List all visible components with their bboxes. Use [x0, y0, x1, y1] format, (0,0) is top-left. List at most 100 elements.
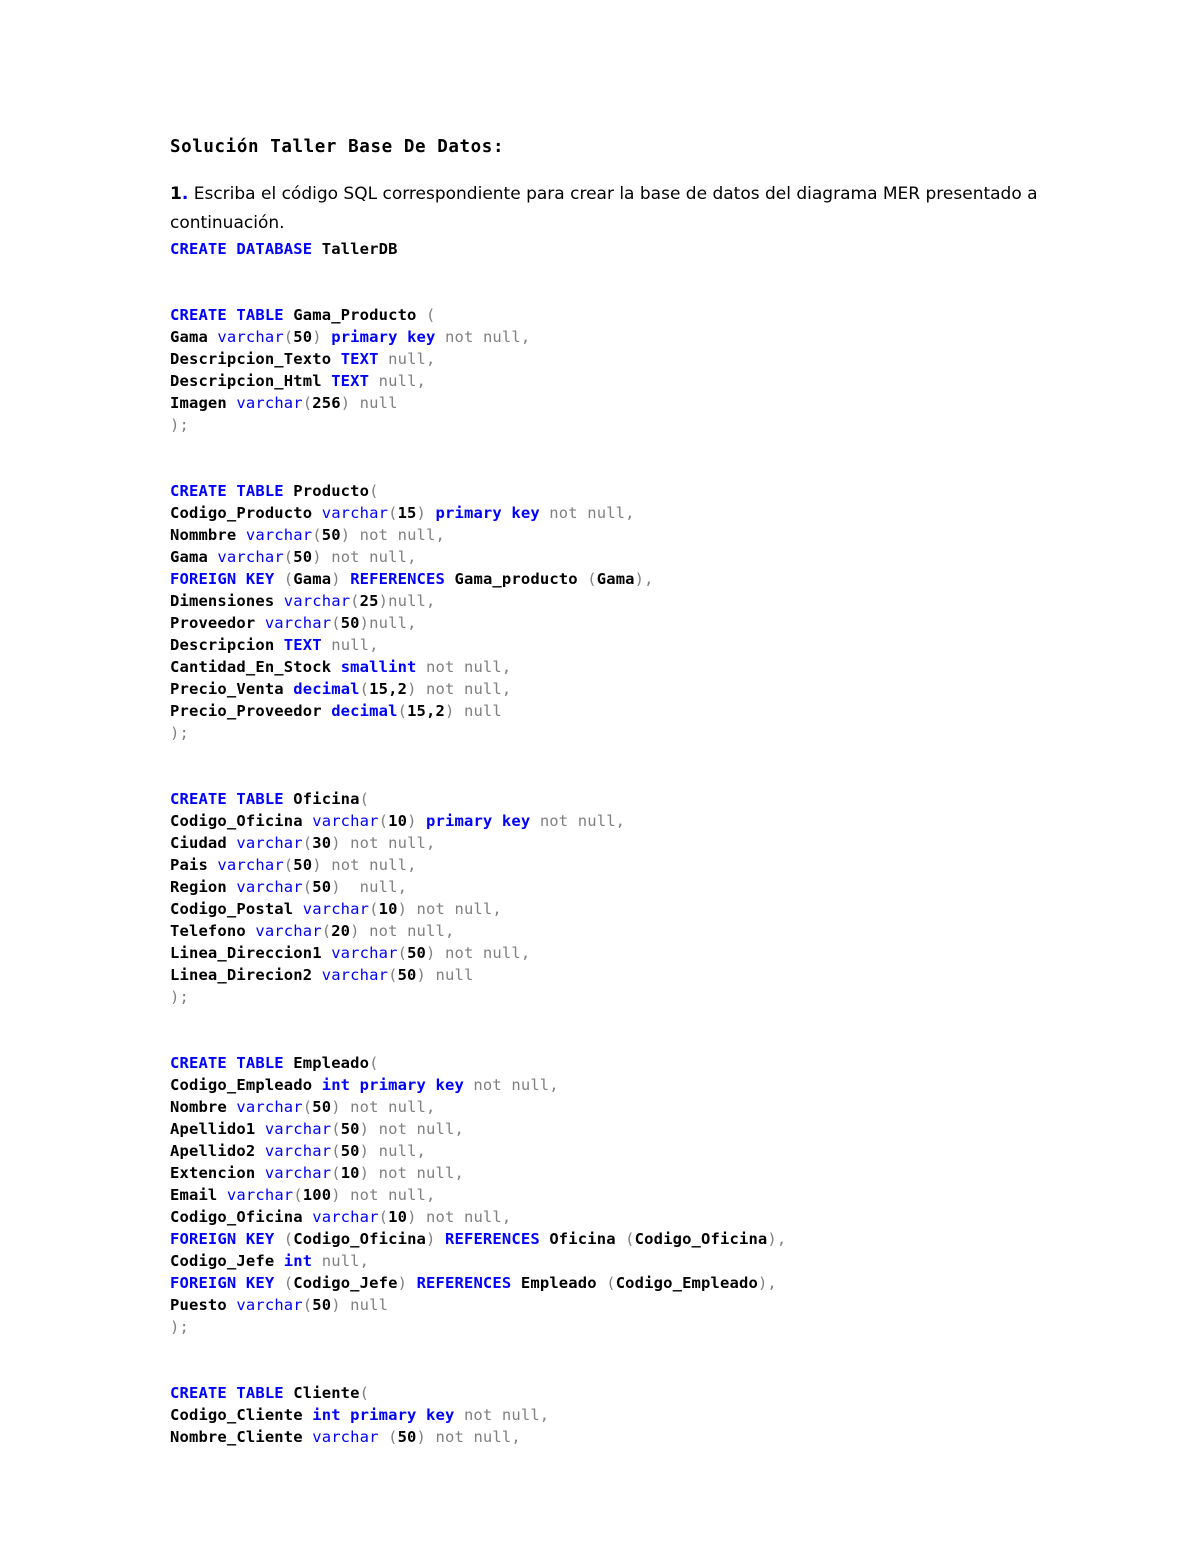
create-table-empleado: CREATE TABLE Empleado(Codigo_Empleado in…: [170, 1052, 1070, 1338]
code-token: );: [170, 988, 189, 1006]
code-token: Gama: [293, 570, 332, 588]
code-line: Nombre_Cliente varchar (50) not null,: [170, 1426, 1070, 1448]
code-token: varchar: [255, 922, 322, 940]
code-token: ): [312, 328, 332, 346]
code-token: (: [369, 900, 379, 918]
code-token: varchar: [283, 592, 351, 610]
code-line: );: [170, 1316, 1070, 1338]
code-token: Codigo_Empleado: [170, 1076, 313, 1094]
code-line: Codigo_Oficina varchar(10) primary key n…: [170, 810, 1070, 832]
code-token: (: [312, 526, 322, 544]
code-token: Codigo_Oficina: [293, 1230, 427, 1248]
code-token: varchar: [321, 966, 389, 984]
code-token: Region: [170, 878, 227, 896]
code-token: 50: [312, 878, 332, 896]
instruction-paragraph: 1. Escriba el código SQL correspondiente…: [170, 158, 1070, 238]
code-line: CREATE TABLE Producto(: [170, 480, 1070, 502]
code-token: varchar: [236, 878, 303, 896]
code-token: 50: [312, 1296, 332, 1314]
code-token: 15,2: [407, 702, 445, 720]
code-token: 100: [302, 1186, 332, 1204]
code-token: varchar: [236, 1098, 303, 1116]
code-token: (: [369, 482, 379, 500]
code-token: smallint: [340, 658, 417, 676]
code-token: TEXT: [331, 372, 370, 390]
code-token: not null,: [340, 1186, 436, 1204]
code-token: Gama: [170, 548, 208, 566]
code-token: null,: [340, 878, 408, 896]
code-token: null: [426, 966, 474, 984]
document-page: Solución Taller Base De Datos: 1. Escrib…: [0, 0, 1200, 1553]
code-token: ): [331, 878, 341, 896]
code-token: (: [302, 394, 313, 412]
code-token: 256: [312, 394, 341, 412]
code-token: (: [359, 790, 370, 808]
code-token: CREATE TABLE: [170, 790, 294, 808]
code-line: Proveedor varchar(50)null,: [170, 612, 1070, 634]
code-token: decimal: [293, 680, 360, 698]
sql-code-listing: CREATE DATABASE TallerDB CREATE TABLE Gam…: [170, 238, 1070, 1448]
code-token: Codigo_Producto: [170, 504, 313, 522]
code-token: 50: [397, 966, 417, 984]
code-token: Codigo_Empleado: [615, 1274, 758, 1292]
code-line: Telefono varchar(20) not null,: [170, 920, 1070, 942]
code-token: (: [397, 702, 408, 720]
code-token: ),: [767, 1230, 787, 1248]
code-token: );: [170, 1318, 189, 1336]
code-line: FOREIGN KEY (Gama) REFERENCES Gama_produ…: [170, 568, 1070, 590]
code-token: ): [416, 1428, 427, 1446]
code-token: null: [340, 1296, 389, 1314]
code-token: 10: [340, 1164, 360, 1182]
code-token: primary key: [426, 812, 531, 830]
code-token: null,: [321, 636, 379, 654]
code-token: 50: [340, 1142, 360, 1160]
code-token: (: [274, 570, 294, 588]
code-token: not null,: [454, 1406, 550, 1424]
code-token: ): [426, 944, 436, 962]
code-line: CREATE DATABASE TallerDB: [170, 238, 1070, 260]
code-line: CREATE TABLE Oficina(: [170, 788, 1070, 810]
code-token: ): [312, 548, 322, 566]
code-token: Proveedor: [170, 614, 256, 632]
code-token: 20: [331, 922, 351, 940]
code-token: Nombre_Cliente: [170, 1428, 303, 1446]
code-token: (: [388, 966, 398, 984]
code-line: Apellido1 varchar(50) not null,: [170, 1118, 1070, 1140]
code-token: ): [312, 856, 322, 874]
code-token: ): [397, 900, 408, 918]
code-token: 50: [321, 526, 341, 544]
code-line: Codigo_Jefe int null,: [170, 1250, 1070, 1272]
code-token: (: [274, 1274, 294, 1292]
code-token: ): [397, 1274, 417, 1292]
code-token: not null,: [359, 922, 455, 940]
code-token: ): [416, 966, 427, 984]
code-token: (: [331, 614, 341, 632]
code-token: varchar: [312, 812, 379, 830]
code-token: primary key: [331, 328, 436, 346]
code-token: ): [407, 680, 417, 698]
code-token: );: [170, 724, 189, 742]
code-token: int primary key: [312, 1406, 455, 1424]
code-token: ): [359, 1120, 370, 1138]
code-token: Telefono: [170, 922, 246, 940]
code-line: Linea_Direcion2 varchar(50) null: [170, 964, 1070, 986]
code-token: 10: [388, 812, 408, 830]
code-token: not null,: [426, 1428, 521, 1446]
code-line: Ciudad varchar(30) not null,: [170, 832, 1070, 854]
code-token: 50: [340, 614, 360, 632]
code-token: ): [331, 570, 351, 588]
